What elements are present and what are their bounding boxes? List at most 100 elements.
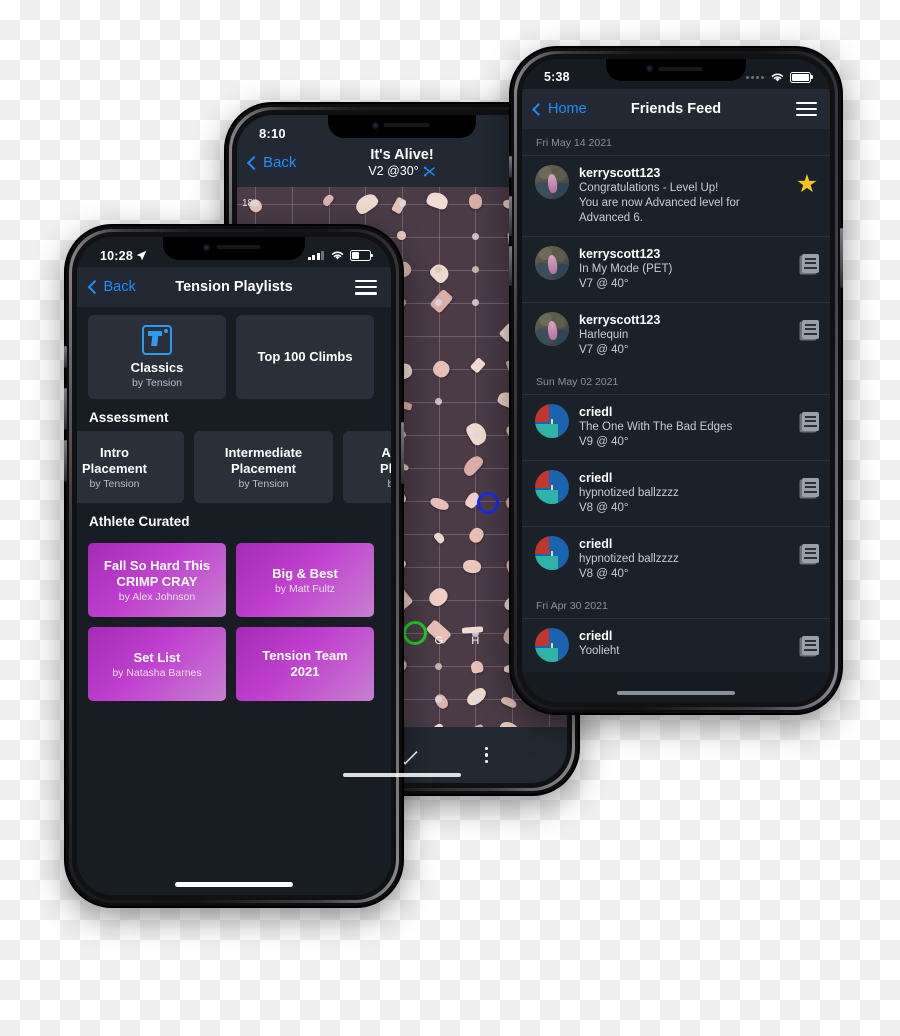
avatar[interactable] [535, 628, 569, 662]
notes-icon[interactable] [802, 254, 819, 273]
feed-row[interactable]: criedl Yoolieht [522, 618, 830, 672]
avatar[interactable] [535, 246, 569, 280]
card-title: Top 100 Climbs [257, 349, 353, 364]
avatar[interactable] [535, 312, 569, 346]
feed-detail-line: V8 @ 40° [579, 502, 629, 514]
board-hold[interactable] [468, 193, 484, 210]
feed-action[interactable]: ★ [795, 165, 819, 197]
notch [163, 237, 305, 260]
playlist-card-big-and-best[interactable]: Big & Best by Matt Fultz [236, 543, 374, 617]
playlist-card-crimp-cray[interactable]: Fall So Hard This CRIMP CRAY by Alex Joh… [88, 543, 226, 617]
feed-detail-line: hypnotized ballzzzz [579, 487, 679, 499]
playlists-back-button[interactable]: Back [88, 279, 136, 295]
board-hold[interactable] [496, 719, 523, 727]
kebab-menu-icon[interactable] [484, 746, 489, 764]
notes-icon[interactable] [802, 478, 819, 497]
playlist-card-set-list[interactable]: Set List by Natasha Barnes [88, 627, 226, 701]
board-screw-dot [471, 233, 479, 241]
battery-icon [350, 250, 373, 261]
board-hold[interactable] [430, 357, 453, 381]
playlist-card-intermediate-placement[interactable]: Intermediate Placement by Tension [194, 431, 333, 503]
feed-row[interactable]: kerryscott123 In My Mode (PET) V7 @ 40° [522, 236, 830, 302]
card-title: Advanced Placement [379, 444, 391, 476]
board-hold[interactable] [432, 530, 447, 545]
home-indicator[interactable] [617, 691, 735, 695]
front-camera-icon [646, 65, 653, 72]
feed-row[interactable]: criedl hypnotized ballzzzz V8 @ 40° [522, 460, 830, 526]
board-hold[interactable] [470, 357, 487, 374]
feed-row[interactable]: criedl hypnotized ballzzzz V8 @ 40° [522, 526, 830, 592]
card-title: Set List [133, 649, 181, 665]
feed-action[interactable] [802, 404, 819, 431]
volume-down-button[interactable] [509, 246, 512, 286]
shuffle-icon[interactable] [423, 165, 436, 178]
board-hold[interactable] [425, 190, 451, 212]
feed-action[interactable] [802, 246, 819, 273]
climb-grade-angle-label: V2 @30° [368, 164, 419, 178]
board-hold-mark-start[interactable] [402, 621, 427, 646]
card-title: Classics [130, 360, 184, 375]
board-hold[interactable] [425, 584, 451, 610]
board-hold[interactable] [461, 452, 486, 478]
feed-item-text: criedl The One With The Bad Edges V9 @ 40° [579, 404, 792, 450]
playlist-card-tension-team[interactable]: Tension Team 2021 [236, 627, 374, 701]
board-hold[interactable] [467, 526, 486, 546]
hamburger-menu-icon[interactable] [796, 102, 817, 116]
avatar[interactable] [535, 404, 569, 438]
feed-username: criedl [579, 629, 613, 643]
playlist-card-advanced-placement[interactable]: Advanced Placement by Tension [343, 431, 391, 503]
silent-switch[interactable] [509, 156, 512, 178]
notes-icon[interactable] [802, 636, 819, 655]
friends-feed-list[interactable]: Fri May 14 2021 kerryscott123 Congratulati… [522, 129, 830, 702]
feed-row[interactable]: criedl The One With The Bad Edges V9 @ 40° [522, 394, 830, 460]
card-title: Fall So Hard This CRIMP CRAY [103, 557, 211, 589]
silent-switch[interactable] [64, 346, 67, 368]
feed-row[interactable]: kerryscott123 Harlequin V7 @ 40° [522, 302, 830, 368]
feed-date-header: Sun May 02 2021 [522, 368, 830, 394]
assessment-scroll-row[interactable]: Intro Placement by Tension Intermediate … [77, 431, 391, 503]
avatar[interactable] [535, 536, 569, 570]
notes-icon[interactable] [802, 412, 819, 431]
board-hold[interactable] [396, 231, 407, 241]
hamburger-menu-icon[interactable] [355, 279, 377, 295]
power-button[interactable] [840, 228, 843, 288]
feed-action[interactable] [802, 312, 819, 339]
board-hold-mark-hand[interactable] [477, 491, 500, 514]
board-hold[interactable] [469, 660, 484, 675]
playlists-back-label: Back [103, 279, 136, 295]
cellular-dots-icon [746, 75, 764, 79]
notes-icon[interactable] [802, 544, 819, 563]
earpiece-speaker [383, 123, 430, 127]
board-hold[interactable] [352, 190, 380, 217]
volume-up-button[interactable] [509, 196, 512, 236]
wifi-icon [771, 73, 784, 82]
feed-detail-line: Congratulations - Level Up! [579, 182, 719, 194]
feed-detail-line: Harlequin [579, 329, 629, 341]
board-hold[interactable] [462, 559, 482, 575]
feed-detail-line: hypnotized ballzzzz [579, 553, 679, 565]
avatar[interactable] [535, 165, 569, 199]
feed-date-header: Fri May 14 2021 [522, 129, 830, 155]
notes-icon[interactable] [802, 320, 819, 339]
feed-username: kerryscott123 [579, 313, 661, 327]
board-screw-dot [435, 398, 443, 406]
home-indicator[interactable] [343, 773, 461, 777]
playlist-card-top-100[interactable]: Top 100 Climbs [236, 315, 374, 399]
playlist-card-intro-placement[interactable]: Intro Placement by Tension [77, 431, 184, 503]
star-icon[interactable]: ★ [795, 172, 819, 197]
feed-row[interactable]: kerryscott123 Congratulations - Level Up!… [522, 155, 830, 236]
board-hold[interactable] [428, 495, 451, 512]
playlist-card-classics[interactable]: Classics by Tension [88, 315, 226, 399]
feed-item-text: criedl hypnotized ballzzzz V8 @ 40° [579, 470, 792, 516]
feed-action[interactable] [802, 536, 819, 563]
board-hold[interactable] [320, 192, 335, 208]
home-indicator[interactable] [175, 882, 293, 887]
volume-down-button[interactable] [64, 440, 67, 482]
feed-action[interactable] [802, 628, 819, 655]
volume-up-button[interactable] [64, 388, 67, 430]
feed-action[interactable] [802, 470, 819, 497]
board-hold[interactable] [500, 694, 519, 709]
notch [328, 115, 476, 138]
avatar[interactable] [535, 470, 569, 504]
power-button[interactable] [401, 422, 404, 484]
